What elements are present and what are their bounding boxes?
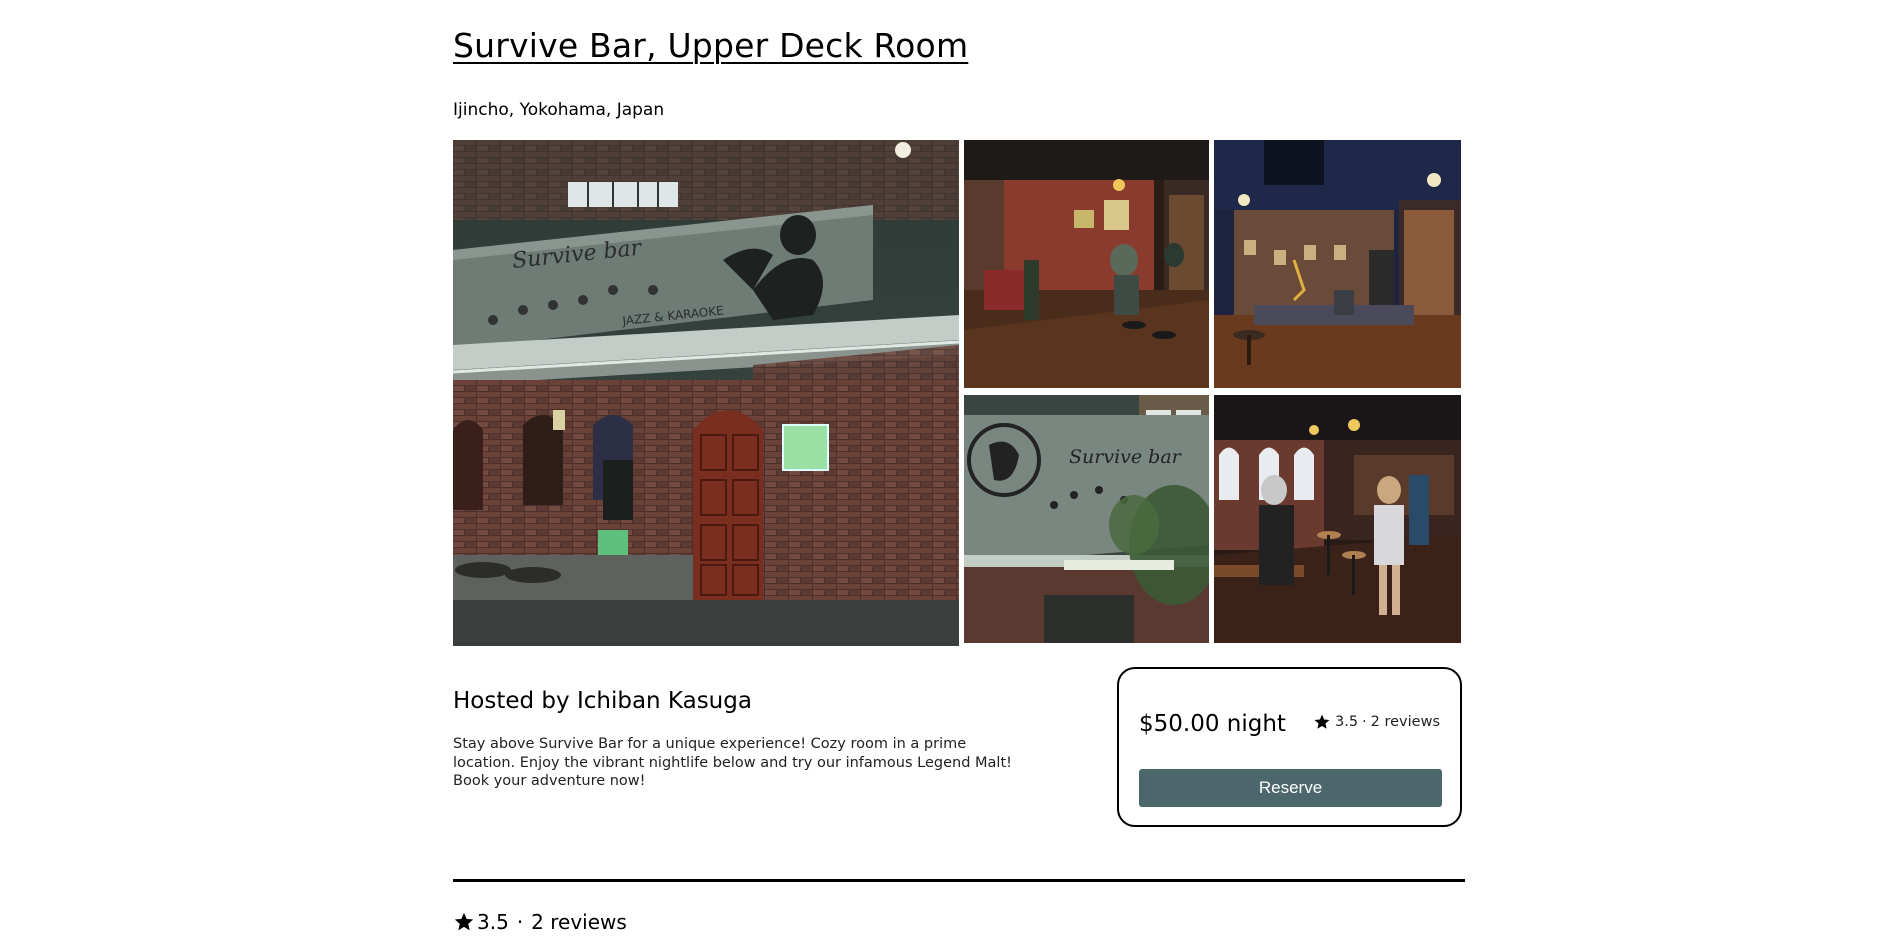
- listing-location: Ijincho, Yokohama, Japan: [453, 100, 665, 120]
- section-divider: [453, 879, 1465, 882]
- reviews-separator: ·: [516, 910, 524, 934]
- listing-page: Survive Bar, Upper Deck Room Ijincho, Yo…: [0, 0, 1896, 941]
- photo-interior-bar[interactable]: [964, 140, 1209, 388]
- star-icon: [453, 911, 475, 933]
- reviews-count: 2 reviews: [531, 910, 627, 934]
- reviews-summary: 3.5 · 2 reviews: [453, 910, 627, 934]
- card-rating-value: 3.5: [1334, 714, 1359, 730]
- photo-main-exterior[interactable]: Survive bar JAZZ & KARAOKE: [453, 140, 959, 646]
- photo-exterior-sign[interactable]: Survive bar: [964, 395, 1209, 643]
- card-rating-separator: ·: [1362, 714, 1367, 730]
- card-rating: 3.5 · 2 reviews: [1313, 713, 1440, 731]
- host-name: Hosted by Ichiban Kasuga: [453, 688, 752, 714]
- photo-interior-stage[interactable]: [1214, 140, 1461, 388]
- card-review-count[interactable]: 2 reviews: [1371, 714, 1440, 730]
- reserve-button[interactable]: Reserve: [1139, 769, 1442, 807]
- nightly-price: $50.00 night: [1139, 711, 1286, 737]
- booking-card: $50.00 night 3.5 · 2 reviews Reserve: [1117, 667, 1462, 827]
- photo-interior-patrons[interactable]: [1214, 395, 1461, 643]
- side-sign-text: Survive bar: [1069, 446, 1183, 468]
- listing-description: Stay above Survive Bar for a unique expe…: [453, 736, 1012, 789]
- star-icon: [1313, 713, 1331, 731]
- reviews-rating-value: 3.5: [477, 910, 509, 934]
- photo-gallery: Survive bar JAZZ & KARAOKE Survive bar: [453, 140, 1463, 646]
- listing-title[interactable]: Survive Bar, Upper Deck Room: [453, 26, 968, 65]
